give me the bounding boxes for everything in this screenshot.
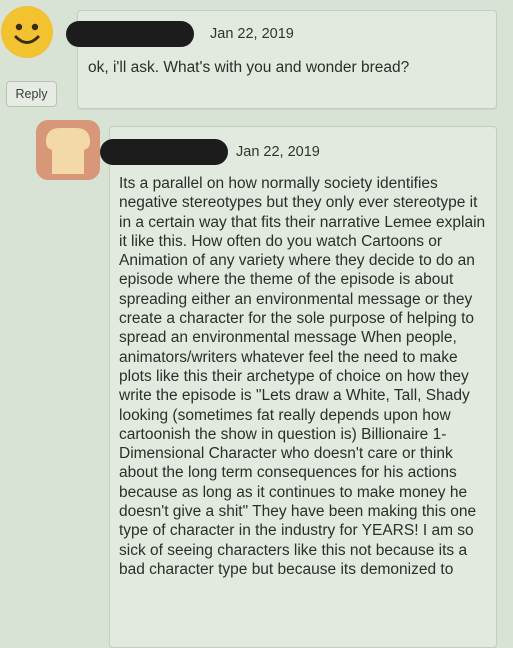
comment-text: Its a parallel on how normally society i… — [119, 175, 486, 578]
redacted-username — [66, 21, 194, 47]
comment-text: ok, i'll ask. What's with you and wonder… — [88, 59, 410, 76]
comment-bubble: Jan 22, 2019 Its a parallel on how norma… — [100, 126, 497, 648]
comment-bubble: Jan 22, 2019 ok, i'll ask. What's with y… — [66, 10, 497, 109]
comment-date: Jan 22, 2019 — [236, 144, 320, 160]
comment-date: Jan 22, 2019 — [210, 26, 294, 42]
bread-toast-avatar[interactable] — [36, 120, 100, 180]
redacted-username — [100, 139, 228, 165]
smiley-face-avatar[interactable] — [0, 5, 54, 59]
reply-button[interactable]: Reply — [6, 81, 57, 107]
